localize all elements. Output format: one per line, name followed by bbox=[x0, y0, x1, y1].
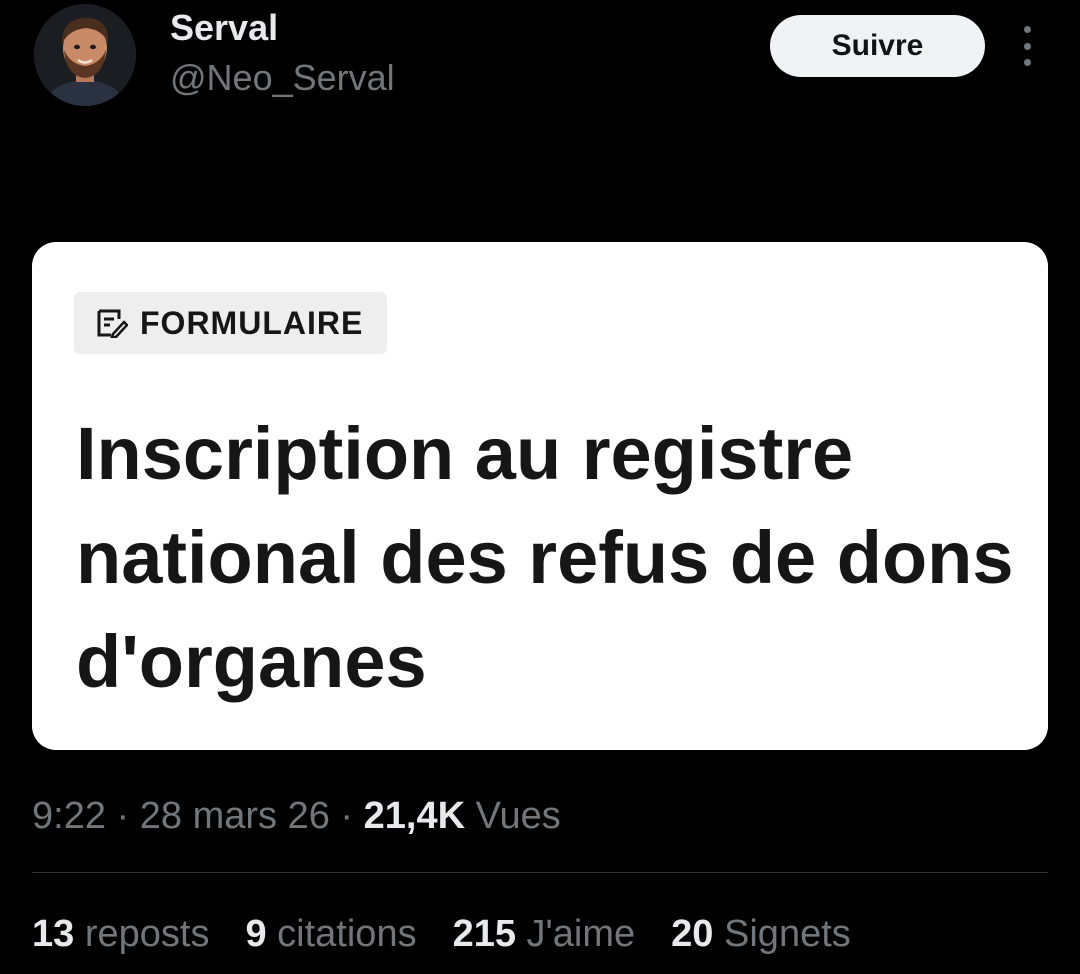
display-name[interactable]: Serval bbox=[170, 8, 278, 48]
more-vertical-icon-dot bbox=[1023, 59, 1031, 66]
tweet-time[interactable]: 9:22 bbox=[32, 795, 106, 837]
stat-count: 9 bbox=[245, 913, 267, 955]
follow-button[interactable]: Suivre bbox=[770, 15, 985, 77]
engagement-stats: 13 reposts 9 citations 215 J'aime 20 Sig… bbox=[32, 912, 851, 956]
stat-bookmarks[interactable]: 20 Signets bbox=[671, 912, 851, 956]
stat-citations[interactable]: 9 citations bbox=[245, 912, 416, 956]
more-vertical-icon bbox=[1023, 26, 1031, 33]
stat-count: 13 bbox=[32, 913, 75, 955]
user-handle[interactable]: @Neo_Serval bbox=[170, 58, 395, 98]
views-count: 21,4K bbox=[363, 795, 466, 837]
stat-likes[interactable]: 215 J'aime bbox=[453, 912, 636, 956]
tweet-date[interactable]: 28 mars 26 bbox=[140, 795, 330, 837]
cartoon-man-avatar-icon bbox=[34, 4, 136, 106]
tweet-meta: 9:22 · 28 mars 26 · 21,4K Vues bbox=[32, 795, 561, 837]
form-edit-icon bbox=[97, 309, 128, 338]
avatar[interactable] bbox=[34, 4, 136, 106]
stat-label: citations bbox=[277, 913, 417, 955]
divider bbox=[32, 872, 1048, 873]
views-label: Vues bbox=[475, 795, 561, 837]
form-badge-label: FORMULAIRE bbox=[140, 304, 364, 341]
meta-separator: · bbox=[105, 795, 140, 837]
more-options-button[interactable] bbox=[1010, 26, 1044, 66]
stat-count: 215 bbox=[452, 913, 516, 955]
tweet: Serval @Neo_Serval Suivre FORMULAIRE Ins… bbox=[0, 0, 1080, 974]
more-vertical-icon-dot bbox=[1023, 42, 1031, 50]
card-title: Inscription au registre national des ref… bbox=[76, 412, 1014, 703]
stat-count: 20 bbox=[671, 913, 714, 955]
form-badge: FORMULAIRE bbox=[74, 292, 388, 354]
stat-label: reposts bbox=[84, 913, 210, 955]
stat-label: Signets bbox=[724, 913, 851, 955]
media-card[interactable]: FORMULAIRE Inscription au registre natio… bbox=[32, 242, 1048, 750]
stat-reposts[interactable]: 13 reposts bbox=[32, 912, 209, 956]
stat-label: J'aime bbox=[526, 913, 636, 955]
meta-separator: · bbox=[329, 795, 364, 837]
